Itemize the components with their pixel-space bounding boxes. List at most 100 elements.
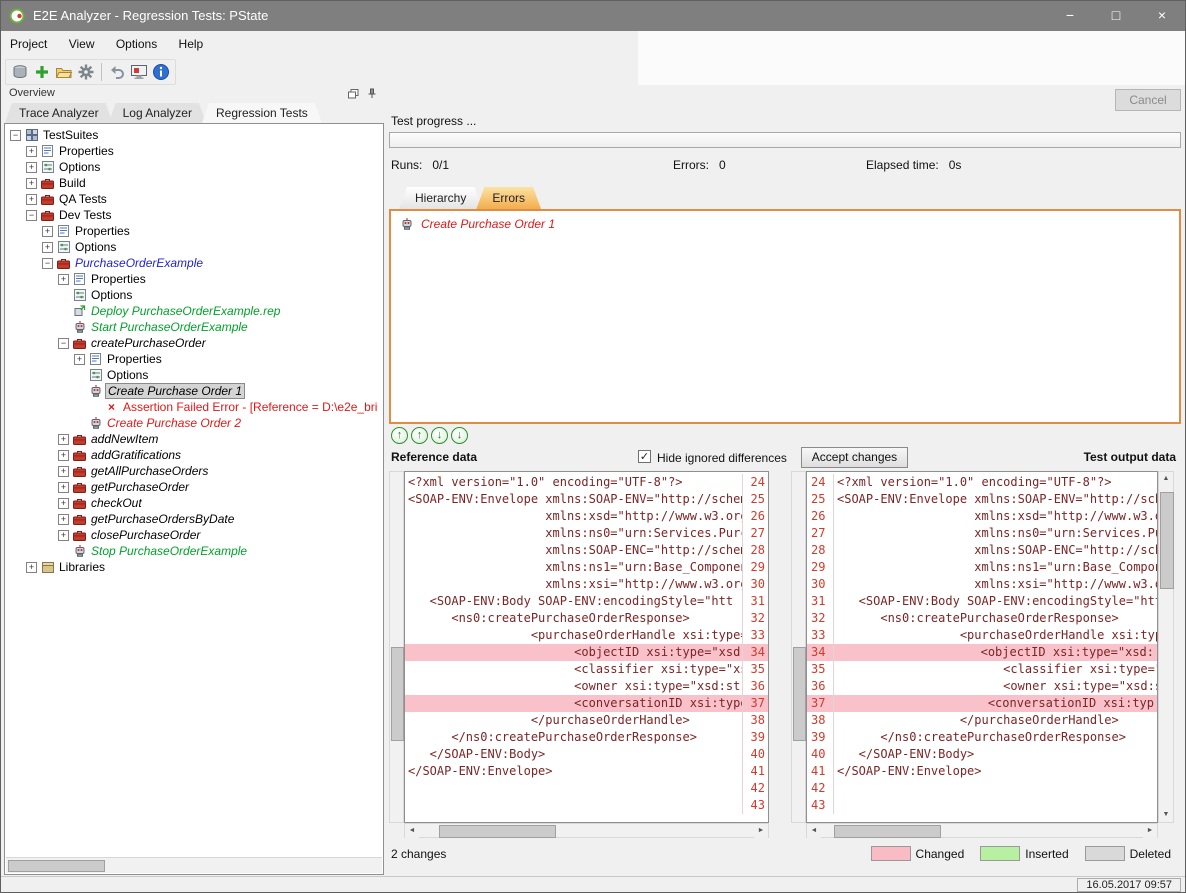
collapse-icon[interactable]: − xyxy=(26,210,37,221)
expand-icon[interactable]: + xyxy=(26,194,37,205)
expand-icon[interactable]: + xyxy=(26,146,37,157)
cancel-button[interactable]: Cancel xyxy=(1115,89,1181,111)
scrollbar-thumb[interactable] xyxy=(834,825,941,838)
menu-view[interactable]: View xyxy=(60,31,104,57)
tree-item[interactable]: Options xyxy=(6,367,382,383)
error-list-item[interactable]: Create Purchase Order 1 xyxy=(391,211,1179,231)
tree-item[interactable]: ×Assertion Failed Error - [Reference = D… xyxy=(6,399,382,415)
tree-item[interactable]: +checkOut xyxy=(6,495,382,511)
first-difference-button[interactable]: ↑ xyxy=(391,427,408,444)
expand-icon[interactable]: + xyxy=(42,226,53,237)
analyzer-icon[interactable] xyxy=(128,61,150,83)
info-icon[interactable] xyxy=(150,61,172,83)
expand-icon[interactable]: + xyxy=(74,354,85,365)
tree-item[interactable]: + QA Tests xyxy=(6,191,382,207)
tree-item[interactable]: Options xyxy=(6,287,382,303)
tree-item[interactable]: Start PurchaseOrderExample xyxy=(6,319,382,335)
tab-hierarchy[interactable]: Hierarchy xyxy=(399,187,482,209)
line-number: 42 xyxy=(742,780,768,797)
line-text xyxy=(834,797,1157,814)
tree-item[interactable]: +addGratifications xyxy=(6,447,382,463)
close-button[interactable]: × xyxy=(1139,1,1185,31)
next-difference-button[interactable]: ↓ xyxy=(431,427,448,444)
elapsed-label: Elapsed time: xyxy=(866,158,939,172)
expand-icon[interactable]: + xyxy=(58,498,69,509)
float-panel-icon[interactable] xyxy=(348,88,359,102)
tree-item[interactable]: +Properties xyxy=(6,271,382,287)
scrollbar-thumb[interactable] xyxy=(439,825,556,838)
undo-icon[interactable] xyxy=(106,61,128,83)
tree-horizontal-scrollbar[interactable] xyxy=(6,857,382,873)
tab-trace-analyzer[interactable]: Trace Analyzer xyxy=(5,103,113,123)
tree-item[interactable]: +Libraries xyxy=(6,559,382,575)
tree-item[interactable]: −Dev Tests xyxy=(6,207,382,223)
expand-icon[interactable]: + xyxy=(58,482,69,493)
scroll-up-icon[interactable]: ▲ xyxy=(1159,472,1173,486)
last-difference-button[interactable]: ↓ xyxy=(451,427,468,444)
tree-item[interactable]: +Properties xyxy=(6,351,382,367)
left-pane-vertical-scrollbar[interactable] xyxy=(389,471,404,823)
expand-icon[interactable]: + xyxy=(58,514,69,525)
scrollbar-thumb[interactable] xyxy=(391,647,404,741)
expand-icon[interactable]: + xyxy=(26,562,37,573)
tree-item[interactable]: +Properties xyxy=(6,143,382,159)
expand-icon[interactable]: + xyxy=(26,178,37,189)
line-number: 31 xyxy=(807,593,834,610)
expand-icon[interactable]: + xyxy=(58,466,69,477)
pin-icon[interactable] xyxy=(367,88,377,102)
menu-options[interactable]: Options xyxy=(107,31,166,57)
expand-icon[interactable]: + xyxy=(58,530,69,541)
tree-item[interactable]: Stop PurchaseOrderExample xyxy=(6,543,382,559)
tab-regression-tests[interactable]: Regression Tests xyxy=(202,103,322,123)
tree-item[interactable]: +getAllPurchaseOrders xyxy=(6,463,382,479)
menu-project[interactable]: Project xyxy=(1,31,56,57)
output-pane-vertical-scrollbar[interactable] xyxy=(791,471,806,823)
menu-help[interactable]: Help xyxy=(170,31,213,57)
settings-icon[interactable] xyxy=(75,61,97,83)
tree-item[interactable]: −createPurchaseOrder xyxy=(6,335,382,351)
tree-item[interactable]: +getPurchaseOrdersByDate xyxy=(6,511,382,527)
scroll-right-icon[interactable]: ► xyxy=(1143,824,1157,838)
tree-item-label: QA Tests xyxy=(57,192,109,206)
tree-item[interactable]: −TestSuites xyxy=(6,127,382,143)
previous-difference-button[interactable]: ↑ xyxy=(411,427,428,444)
expand-icon[interactable]: + xyxy=(42,242,53,253)
scroll-right-icon[interactable]: ► xyxy=(754,824,768,838)
tree-item[interactable]: +Build xyxy=(6,175,382,191)
open-icon[interactable] xyxy=(53,61,75,83)
reference-horizontal-scrollbar[interactable]: ◄ ► xyxy=(404,823,769,838)
expand-icon[interactable]: + xyxy=(26,162,37,173)
output-vertical-scrollbar[interactable]: ▲ ▼ xyxy=(1158,471,1174,823)
expand-icon[interactable]: + xyxy=(58,274,69,285)
tree-item[interactable]: −PurchaseOrderExample xyxy=(6,255,382,271)
tab-errors[interactable]: Errors xyxy=(476,187,541,209)
output-horizontal-scrollbar[interactable]: ◄ ► xyxy=(806,823,1158,838)
tab-log-analyzer[interactable]: Log Analyzer xyxy=(109,103,206,123)
tree-item[interactable]: Create Purchase Order 2 xyxy=(6,415,382,431)
maximize-button[interactable]: □ xyxy=(1093,1,1139,31)
tree-item[interactable]: +Options xyxy=(6,159,382,175)
scrollbar-thumb[interactable] xyxy=(793,647,806,741)
collapse-icon[interactable]: − xyxy=(58,338,69,349)
scrollbar-thumb[interactable] xyxy=(8,860,105,872)
hide-ignored-checkbox[interactable]: ✓ xyxy=(638,450,651,463)
build-icon[interactable] xyxy=(9,61,31,83)
minimize-button[interactable]: − xyxy=(1047,1,1093,31)
tree-item[interactable]: Deploy PurchaseOrderExample.rep xyxy=(6,303,382,319)
add-icon[interactable] xyxy=(31,61,53,83)
tree-item[interactable]: +getPurchaseOrder xyxy=(6,479,382,495)
scroll-down-icon[interactable]: ▼ xyxy=(1159,808,1173,822)
tree-item[interactable]: +Options xyxy=(6,239,382,255)
collapse-icon[interactable]: − xyxy=(42,258,53,269)
tree-item[interactable]: +closePurchaseOrder xyxy=(6,527,382,543)
scroll-left-icon[interactable]: ◄ xyxy=(807,824,821,838)
tree-item[interactable]: Create Purchase Order 1 xyxy=(6,383,382,399)
expand-icon[interactable]: + xyxy=(58,450,69,461)
expand-icon[interactable]: + xyxy=(58,434,69,445)
scroll-left-icon[interactable]: ◄ xyxy=(405,824,419,838)
tree-item[interactable]: +addNewItem xyxy=(6,431,382,447)
accept-changes-button[interactable]: Accept changes xyxy=(801,447,908,468)
scrollbar-thumb[interactable] xyxy=(1160,492,1174,589)
collapse-icon[interactable]: − xyxy=(10,130,21,141)
tree-item[interactable]: +Properties xyxy=(6,223,382,239)
